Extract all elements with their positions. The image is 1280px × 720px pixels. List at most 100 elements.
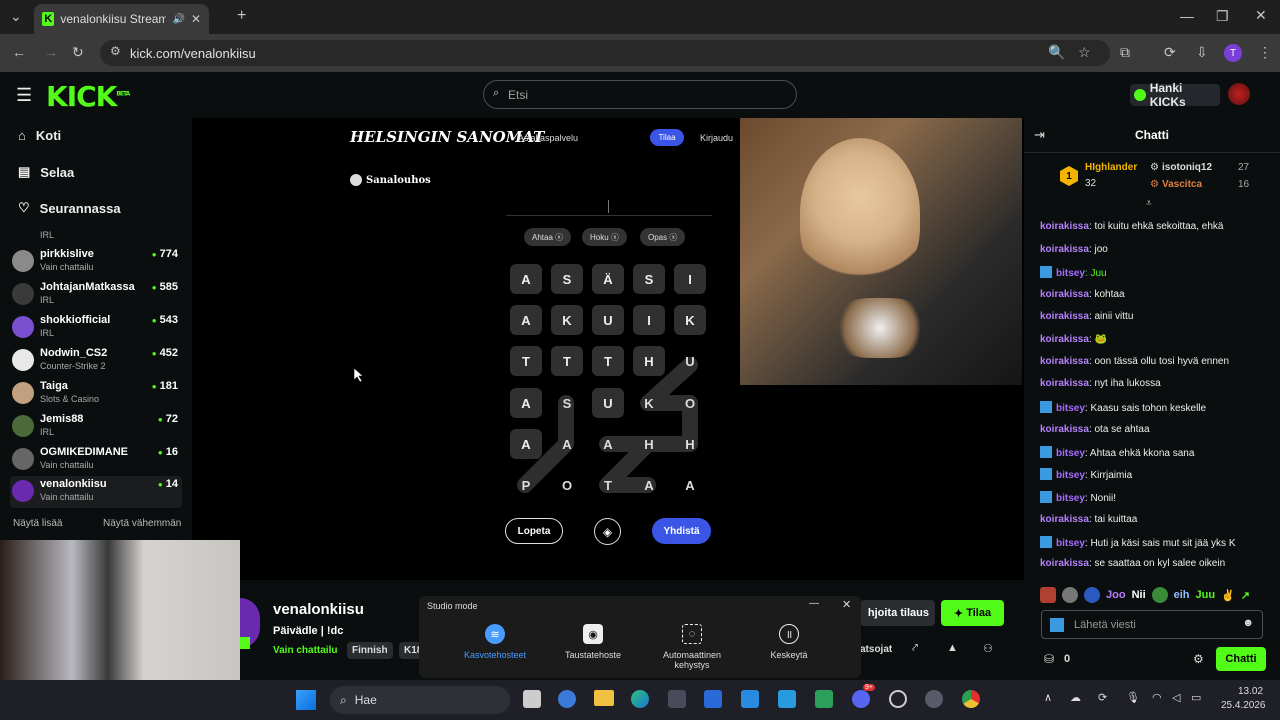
chat-username[interactable]: bitsey bbox=[1056, 403, 1085, 414]
sync-tray-icon[interactable]: ⟳ bbox=[1098, 691, 1107, 704]
chat-username[interactable]: koirakissa bbox=[1040, 356, 1089, 367]
chat-username[interactable]: koirakissa bbox=[1040, 311, 1089, 322]
chat-username[interactable]: koirakissa bbox=[1040, 378, 1089, 389]
hamburger-menu-icon[interactable]: ☰ bbox=[16, 85, 32, 106]
emote-icon[interactable]: ✌ bbox=[1221, 589, 1235, 602]
emote-word[interactable]: Joo bbox=[1106, 589, 1126, 601]
browser-menu-icon[interactable]: ⋮ bbox=[1258, 44, 1272, 61]
show-more-link[interactable]: Näytä lisää bbox=[13, 518, 62, 529]
chat-username[interactable]: bitsey bbox=[1056, 538, 1085, 549]
close-studio-icon[interactable]: ✕ bbox=[842, 598, 851, 611]
chat-username[interactable]: koirakissa bbox=[1040, 558, 1089, 569]
sidebar-channel[interactable]: pirkkislive Vain chattailu 774 bbox=[12, 246, 182, 278]
add-friend-icon[interactable]: ⚇ bbox=[983, 642, 993, 655]
extensions-icon[interactable]: ⧉ bbox=[1120, 44, 1130, 61]
microphone-icon[interactable]: 🎙 bbox=[1126, 691, 1140, 704]
emote-icon[interactable] bbox=[1062, 587, 1078, 603]
profile-avatar[interactable]: T bbox=[1224, 44, 1242, 62]
gift-subscription-button[interactable]: hjoita tilaus bbox=[860, 600, 935, 626]
emote-icon[interactable] bbox=[1084, 587, 1100, 603]
chat-settings-gear-icon[interactable]: ⚙ bbox=[1193, 652, 1204, 666]
discord-icon[interactable] bbox=[852, 690, 870, 708]
stream-category[interactable]: Vain chattailu bbox=[273, 645, 337, 656]
wifi-icon[interactable]: ◠ bbox=[1152, 691, 1162, 704]
mail-icon[interactable] bbox=[778, 690, 796, 708]
sidebar-channel-active[interactable]: venalonkiisu Vain chattailu 14 bbox=[10, 476, 182, 508]
chat-username[interactable]: koirakissa bbox=[1040, 244, 1089, 255]
emote-icon[interactable] bbox=[1151, 587, 1168, 603]
clock-time[interactable]: 13.02 bbox=[1238, 686, 1263, 697]
nav-browse[interactable]: ▤ Selaa bbox=[18, 164, 74, 180]
search-input[interactable]: ⌕ Etsi bbox=[483, 80, 797, 109]
sidebar-channel[interactable]: Jemis88 IRL 72 bbox=[12, 411, 182, 443]
task-view-icon[interactable] bbox=[523, 690, 541, 708]
nav-home[interactable]: ⌂ Koti bbox=[18, 128, 61, 143]
chat-username[interactable]: koirakissa bbox=[1040, 424, 1089, 435]
emote-icon[interactable] bbox=[1040, 587, 1056, 603]
leader-name[interactable]: isotoniq12 bbox=[1162, 162, 1212, 173]
channel-name[interactable]: venalonkiisu bbox=[273, 601, 364, 618]
app-icon[interactable] bbox=[741, 690, 759, 708]
chat-username[interactable]: bitsey bbox=[1056, 448, 1085, 459]
sync-icon[interactable]: ⟳ bbox=[1164, 44, 1176, 61]
show-less-link[interactable]: Näytä vähemmän bbox=[103, 518, 181, 529]
chat-username[interactable]: koirakissa bbox=[1040, 221, 1089, 232]
app-icon[interactable] bbox=[704, 690, 722, 708]
collapse-chat-icon[interactable]: ⇥ bbox=[1034, 127, 1045, 143]
reload-icon[interactable]: ↻ bbox=[72, 44, 84, 61]
zoom-icon[interactable]: 🔍 bbox=[1048, 44, 1065, 61]
chat-username[interactable]: bitsey bbox=[1056, 268, 1085, 279]
emoji-picker-icon[interactable]: ☻ bbox=[1242, 617, 1254, 629]
volume-icon[interactable]: ◁ bbox=[1172, 691, 1180, 704]
tab-list-icon[interactable]: ⌄ bbox=[10, 8, 22, 25]
minimize-icon[interactable]: — bbox=[1180, 8, 1194, 24]
leader-name[interactable]: Vascitca bbox=[1162, 179, 1202, 190]
chat-input[interactable]: Lähetä viesti ☻ bbox=[1041, 610, 1263, 639]
browser-tab[interactable]: K venalonkiisu Stream - Watch 🔊 ✕ bbox=[34, 4, 209, 34]
viewers-link[interactable]: atsojat bbox=[860, 644, 892, 655]
bookmark-star-icon[interactable]: ☆ bbox=[1078, 44, 1091, 61]
store-icon[interactable] bbox=[668, 690, 686, 708]
kicks-wallet-icon[interactable]: ⛁ bbox=[1044, 652, 1054, 666]
pause-button[interactable]: ॥ Keskeytä bbox=[744, 624, 834, 660]
new-tab-icon[interactable]: + bbox=[237, 7, 246, 25]
file-explorer-icon[interactable] bbox=[594, 690, 614, 706]
chrome-icon[interactable] bbox=[962, 690, 980, 708]
sidebar-channel[interactable]: JohtajanMatkassa IRL 585 bbox=[12, 279, 182, 311]
kick-logo[interactable]: KICKBETA bbox=[46, 80, 130, 113]
emote-word[interactable]: eih bbox=[1174, 589, 1190, 601]
report-icon[interactable]: ▲ bbox=[947, 642, 958, 654]
get-kicks-button[interactable]: Hanki KICKs bbox=[1130, 81, 1220, 109]
sidebar-channel[interactable]: OGMIKEDIMANE Vain chattailu 16 bbox=[12, 444, 182, 476]
user-avatar[interactable] bbox=[1228, 83, 1250, 105]
tab-audio-icon[interactable]: 🔊 bbox=[172, 14, 184, 25]
share-icon[interactable]: ⤤ bbox=[912, 642, 918, 655]
app-icon[interactable] bbox=[925, 690, 943, 708]
chat-username[interactable]: bitsey bbox=[1056, 470, 1085, 481]
leader-name[interactable]: HIghlander bbox=[1085, 162, 1137, 173]
start-menu-icon[interactable] bbox=[296, 690, 316, 710]
clock-date[interactable]: 25.4.2026 bbox=[1221, 700, 1266, 711]
edge-icon[interactable] bbox=[631, 690, 649, 708]
tab-close-icon[interactable]: ✕ bbox=[191, 12, 201, 26]
close-window-icon[interactable]: ✕ bbox=[1255, 7, 1267, 24]
background-effect-button[interactable]: ◉ Taustatehoste bbox=[548, 624, 638, 660]
forward-icon[interactable]: → bbox=[44, 44, 58, 60]
auto-framing-button[interactable]: ◌ Automaattinen kehystys bbox=[647, 624, 737, 670]
emote-word[interactable]: Juu bbox=[1196, 589, 1216, 601]
onedrive-icon[interactable]: ☁ bbox=[1070, 691, 1081, 704]
download-icon[interactable]: ⇩ bbox=[1196, 44, 1208, 61]
url-bar[interactable]: ⚙ kick.com/venalonkiisu 🔍 ☆ bbox=[100, 40, 1110, 66]
emote-icon[interactable]: ↗ bbox=[1241, 589, 1250, 602]
app-icon[interactable] bbox=[889, 690, 907, 708]
minimize-studio-icon[interactable]: — bbox=[809, 598, 819, 609]
maximize-icon[interactable]: ❐ bbox=[1216, 8, 1229, 25]
chat-username[interactable]: koirakissa bbox=[1040, 289, 1089, 300]
nav-following[interactable]: ♡ Seurannassa bbox=[18, 200, 121, 216]
face-effects-button[interactable]: ≋ Kasvotehosteet bbox=[450, 624, 540, 660]
sidebar-channel[interactable]: Taiga Slots & Casino 181 bbox=[12, 378, 182, 410]
sidebar-channel[interactable]: shokkiofficial IRL 543 bbox=[12, 312, 182, 344]
back-icon[interactable]: ← bbox=[12, 44, 26, 60]
tray-overflow-icon[interactable]: ∧ bbox=[1044, 691, 1052, 704]
notepad-icon[interactable] bbox=[815, 690, 833, 708]
